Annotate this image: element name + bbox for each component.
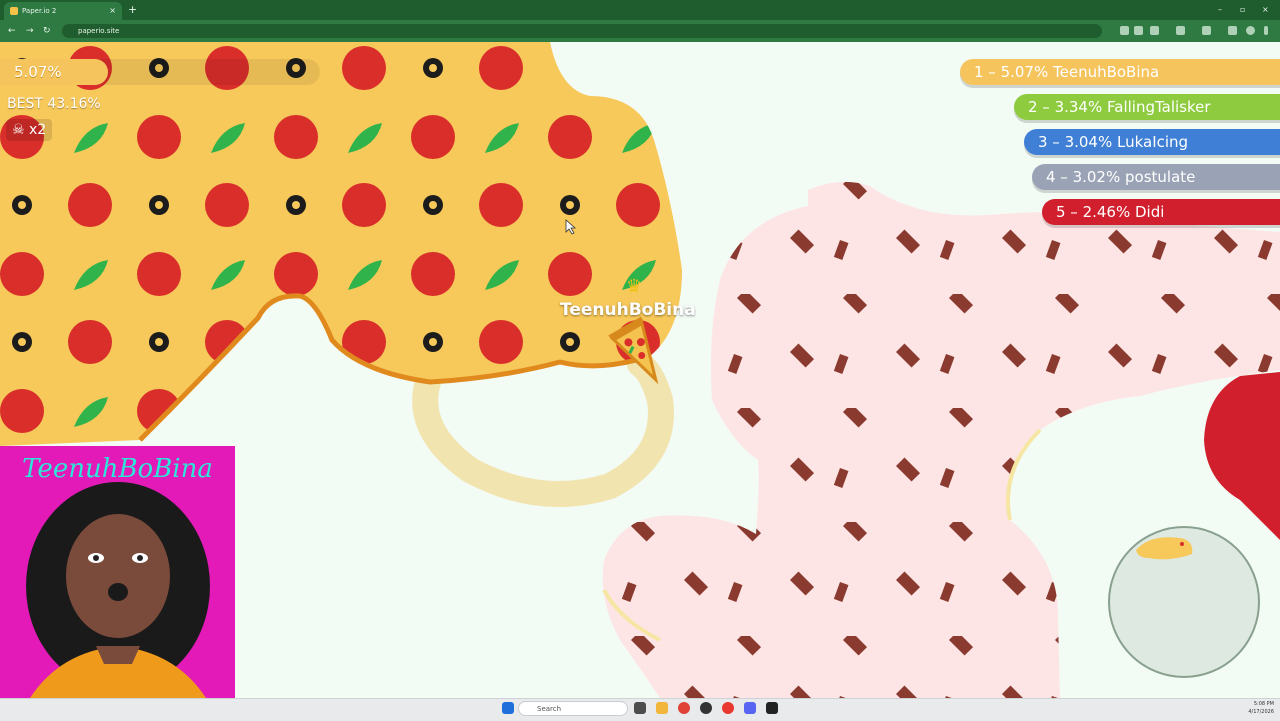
- download-icon[interactable]: [1228, 26, 1237, 35]
- minimap-territory: [1136, 537, 1193, 560]
- leaderboard-row: 2 – 3.34% FallingTalisker: [1014, 94, 1280, 120]
- windows-start-icon[interactable]: [502, 702, 514, 714]
- cast-icon[interactable]: [1134, 26, 1143, 35]
- taskbar-search-placeholder: Search: [537, 705, 562, 713]
- player-name-label: TeenuhBoBina: [560, 300, 696, 320]
- skull-icon: ☠: [12, 122, 25, 138]
- leaderboard-row: 3 – 3.04% LukaIcing: [1024, 129, 1280, 155]
- window-close-button[interactable]: ×: [1262, 3, 1269, 17]
- chrome-icon[interactable]: [678, 702, 690, 714]
- sidebar-icon[interactable]: [1202, 26, 1211, 35]
- bookmark-star-icon[interactable]: [1150, 26, 1159, 35]
- new-tab-button[interactable]: +: [128, 3, 137, 17]
- back-button[interactable]: ←: [8, 24, 16, 38]
- reload-button[interactable]: ↻: [43, 24, 51, 38]
- kill-count: x2: [29, 122, 47, 138]
- extensions-icon[interactable]: [1176, 26, 1185, 35]
- leaderboard-row: 4 – 3.02% postulate: [1032, 164, 1280, 190]
- webcam-title: TeenuhBoBina: [22, 454, 213, 484]
- task-view-icon[interactable]: [634, 702, 646, 714]
- discord-icon[interactable]: [744, 702, 756, 714]
- taskbar-clock[interactable]: 5:08 PM 4/17/2026: [1240, 700, 1274, 716]
- forward-button[interactable]: →: [26, 24, 34, 38]
- kill-counter: ☠ x2: [6, 119, 53, 141]
- browser-tab-bar: [0, 0, 1280, 20]
- leaderboard-row: 5 – 2.46% Didi: [1042, 199, 1280, 225]
- address-bar[interactable]: paperio.site: [62, 24, 1102, 38]
- obs-icon[interactable]: [700, 702, 712, 714]
- best-score: BEST 43.16%: [7, 96, 101, 112]
- browser-tab[interactable]: Paper.io 2 ×: [4, 2, 122, 20]
- clock-time: 5:08 PM: [1253, 701, 1274, 707]
- leader-crown-icon: ♛: [626, 276, 643, 297]
- enemy-red-territory: [1204, 372, 1280, 540]
- paperio-favicon-icon: [10, 7, 18, 15]
- camera-icon[interactable]: [1120, 26, 1129, 35]
- app-icon[interactable]: [722, 702, 734, 714]
- app-icon[interactable]: [766, 702, 778, 714]
- tab-title: Paper.io 2: [22, 7, 57, 15]
- territory-percent: 5.07%: [14, 63, 62, 81]
- url-text: paperio.site: [78, 27, 120, 35]
- leaderboard-row: 1 – 5.07% TeenuhBoBina: [960, 59, 1280, 85]
- file-explorer-icon[interactable]: [656, 702, 668, 714]
- window-maximize-button[interactable]: ▫: [1240, 3, 1245, 17]
- minimap: [1108, 526, 1260, 678]
- taskbar-search-input[interactable]: Search: [518, 701, 628, 716]
- profile-avatar[interactable]: [1246, 26, 1255, 35]
- clock-date: 4/17/2026: [1248, 709, 1274, 715]
- player-trail: [412, 351, 674, 508]
- tab-close-icon[interactable]: ×: [109, 2, 116, 20]
- menu-kebab-icon[interactable]: [1264, 26, 1268, 35]
- window-minimize-button[interactable]: –: [1218, 3, 1222, 17]
